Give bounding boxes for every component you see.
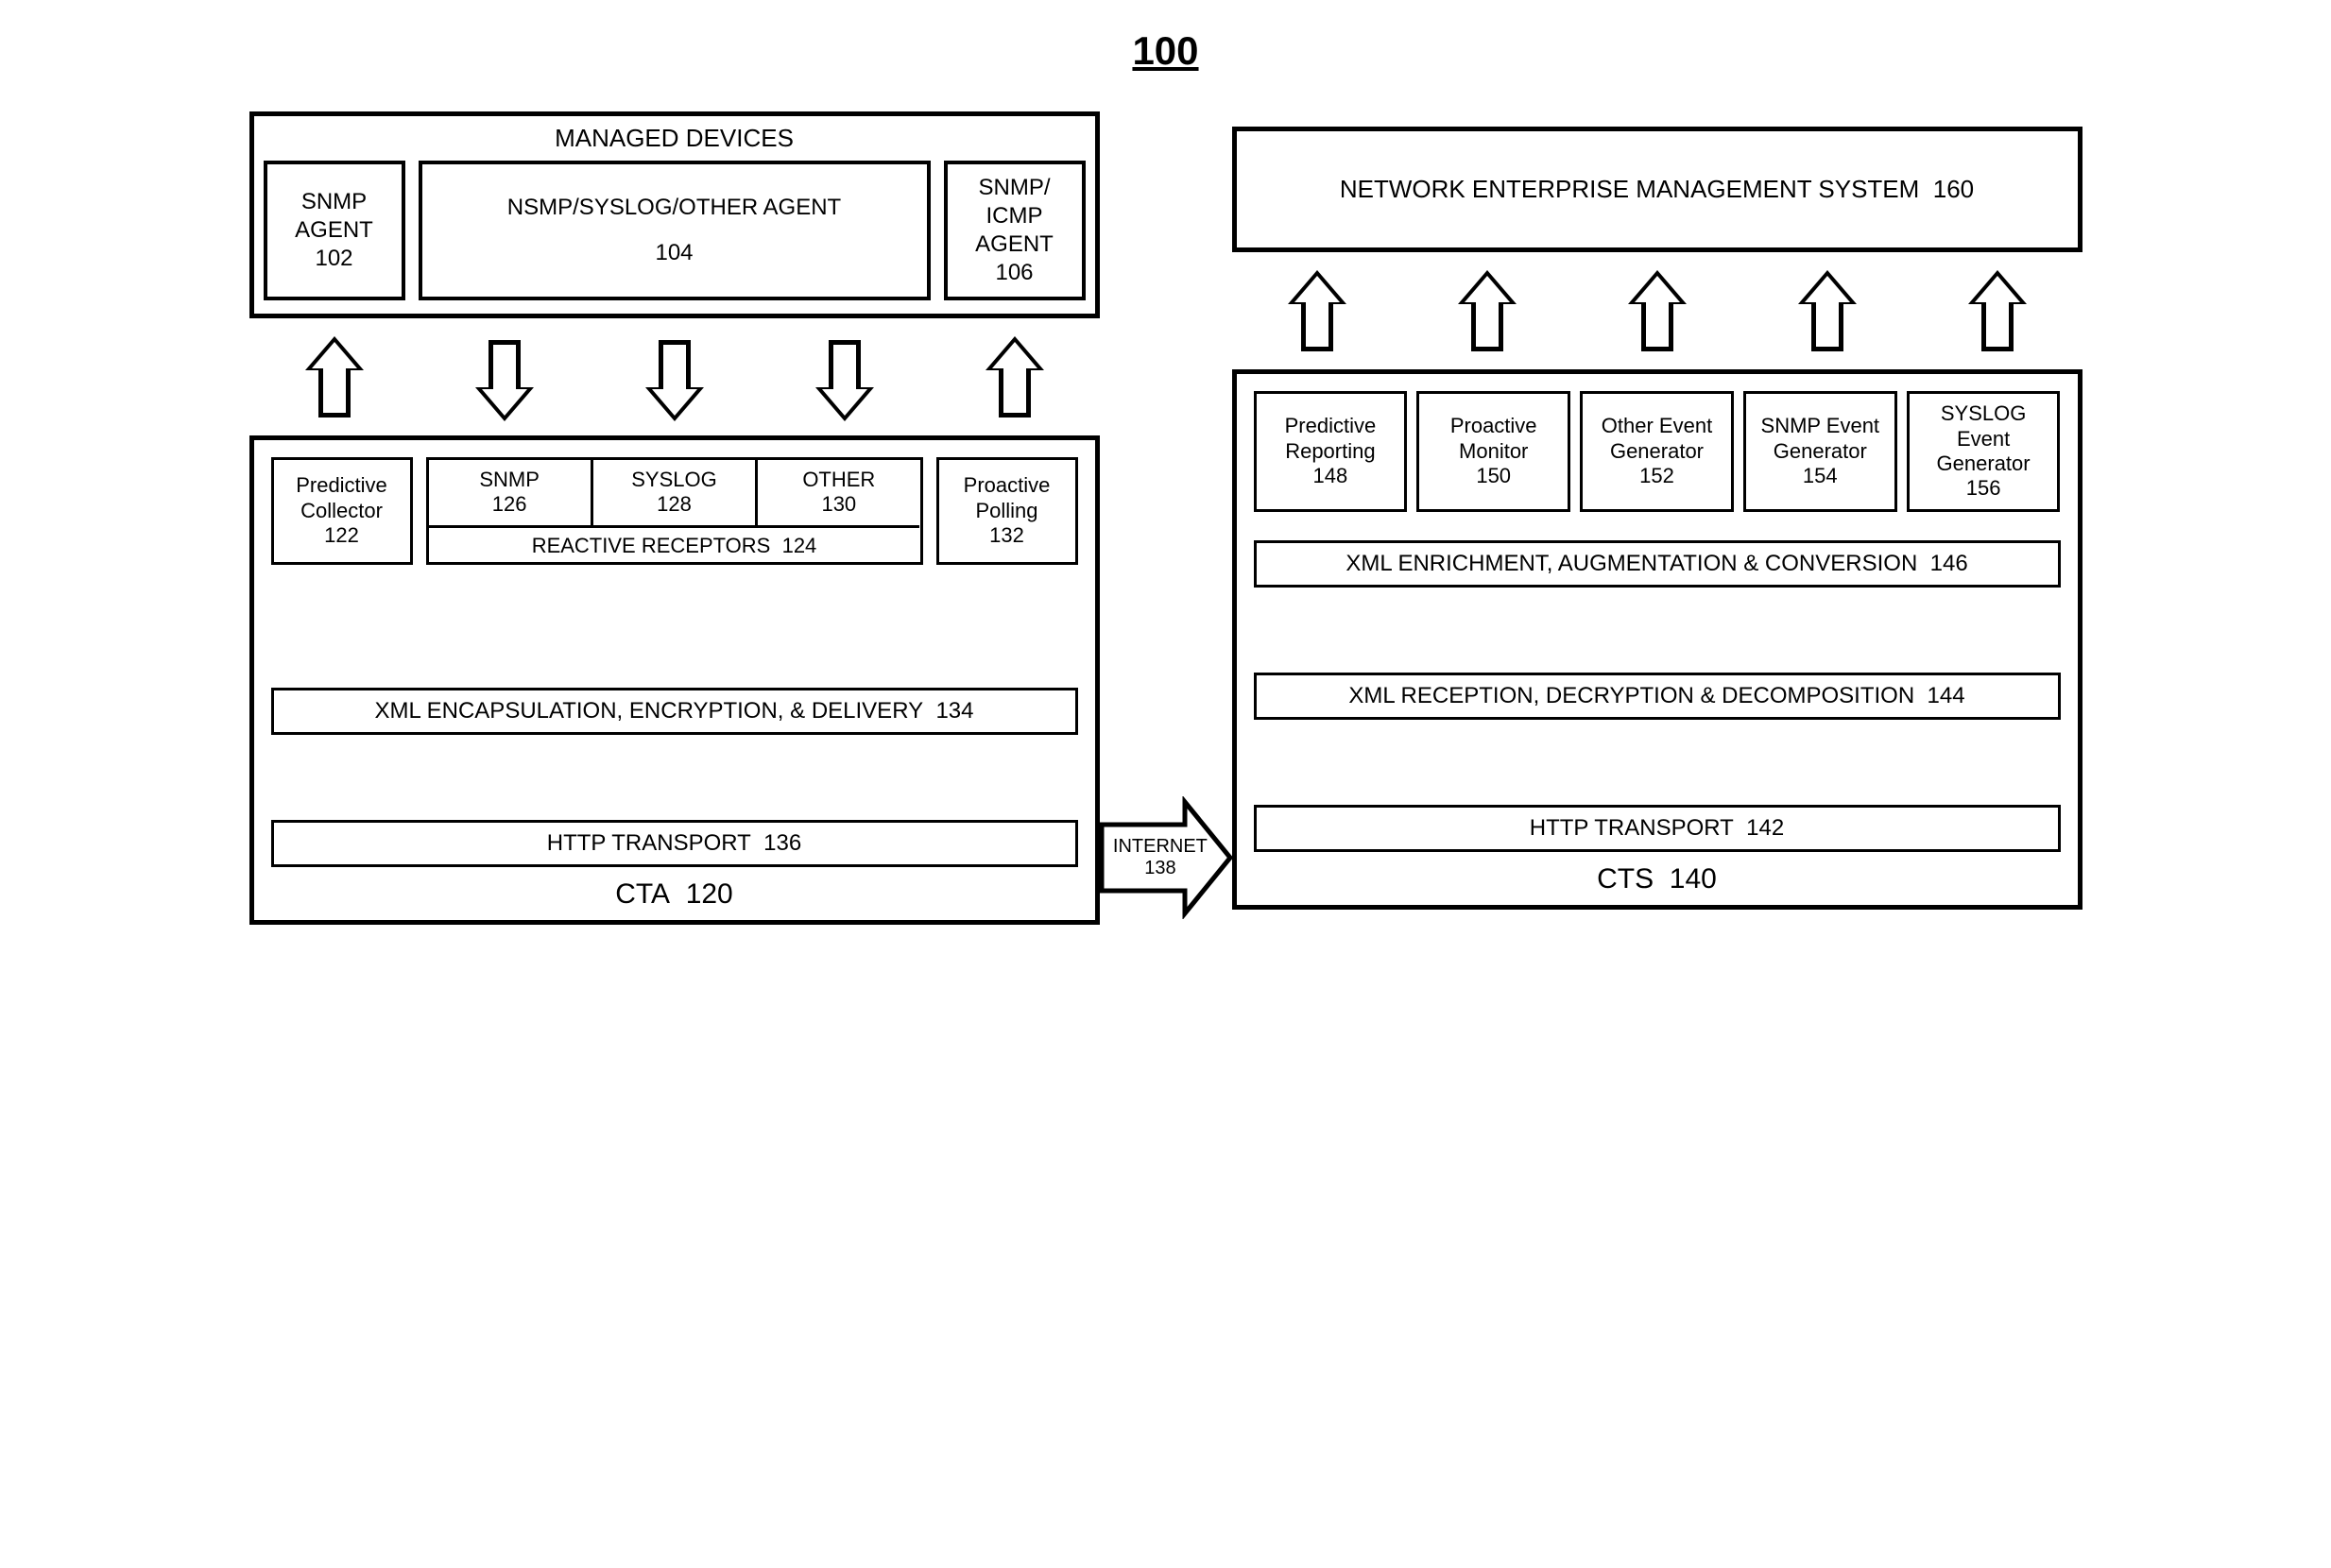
xml-encapsulation-bar: XML ENCAPSULATION, ENCRYPTION, & DELIVER… (271, 688, 1078, 735)
xml-enrichment-ref: 146 (1930, 551, 1968, 576)
snmp-event-generator-label: SNMP Event Generator (1752, 414, 1889, 464)
http-transport-right-bar: HTTP TRANSPORT 142 (1254, 805, 2061, 852)
arrow-up-icon (305, 336, 364, 421)
nsmp-syslog-other-agent-box: NSMP/SYSLOG/OTHER AGENT 104 (419, 161, 931, 300)
system-diagram: MANAGED DEVICES SNMP AGENT 102 NSMP/SYSL… (57, 111, 2274, 925)
arrow-up-icon (1968, 270, 2027, 355)
managed-devices-box: MANAGED DEVICES SNMP AGENT 102 NSMP/SYSL… (249, 111, 1100, 318)
cts-label: CTS 140 (1254, 852, 2061, 895)
http-transport-right-ref: 142 (1746, 815, 1784, 841)
cta-box: Predictive Collector 122 SNMP 126 SYSLOG… (249, 435, 1100, 925)
right-column: NETWORK ENTERPRISE MANAGEMENT SYSTEM 160… (1232, 127, 2082, 910)
middle-column: INTERNET 138 (1100, 116, 1232, 919)
managed-devices-title: MANAGED DEVICES (264, 124, 1086, 153)
reactive-receptors-label: REACTIVE RECEPTORS 124 (429, 528, 920, 562)
predictive-reporting-label: Predictive Reporting (1262, 414, 1399, 464)
nsmp-syslog-other-agent-label: NSMP/SYSLOG/OTHER AGENT (507, 194, 841, 222)
reactive-snmp-label: SNMP (479, 468, 540, 492)
http-transport-left-label: HTTP TRANSPORT (547, 830, 751, 856)
reactive-snmp-box: SNMP 126 (429, 460, 593, 528)
cts-text: CTS (1597, 863, 1654, 895)
cta-text: CTA (615, 878, 670, 910)
other-event-generator-ref: 152 (1639, 464, 1674, 488)
nsmp-syslog-other-agent-ref: 104 (655, 239, 693, 267)
arrow-down-icon (645, 336, 704, 421)
arrow-up-icon (1458, 270, 1517, 355)
internet-ref: 138 (1144, 858, 1175, 878)
cts-box: Predictive Reporting 148 Proactive Monit… (1232, 369, 2082, 910)
snmp-icmp-agent-ref: 106 (995, 259, 1033, 287)
xml-encapsulation-ref: 134 (935, 698, 973, 724)
xml-enrichment-label: XML ENRICHMENT, AUGMENTATION & CONVERSIO… (1345, 551, 1917, 576)
reactive-other-box: OTHER 130 (758, 460, 919, 528)
reactive-other-ref: 130 (821, 492, 856, 517)
http-transport-right-label: HTTP TRANSPORT (1530, 815, 1734, 841)
arrow-up-icon (986, 336, 1044, 421)
snmp-event-generator-ref: 154 (1803, 464, 1838, 488)
internet-arrow: INTERNET 138 (1100, 796, 1232, 919)
predictive-collector-label: Predictive Collector (280, 473, 404, 523)
proactive-polling-ref: 132 (989, 523, 1024, 548)
proactive-monitor-ref: 150 (1476, 464, 1511, 488)
arrow-down-icon (475, 336, 534, 421)
predictive-collector-ref: 122 (324, 523, 359, 548)
proactive-polling-box: Proactive Polling 132 (936, 457, 1078, 565)
snmp-icmp-agent-label: SNMP/ ICMP AGENT (955, 174, 1074, 259)
reactive-syslog-label: SYSLOG (631, 468, 716, 492)
snmp-icmp-agent-box: SNMP/ ICMP AGENT 106 (944, 161, 1086, 300)
nems-box: NETWORK ENTERPRISE MANAGEMENT SYSTEM 160 (1232, 127, 2082, 252)
right-arrow-row (1232, 265, 2082, 360)
predictive-reporting-box: Predictive Reporting 148 (1254, 391, 1408, 512)
reactive-receptors-text: REACTIVE RECEPTORS (532, 534, 771, 557)
reactive-receptors-ref: 124 (782, 534, 817, 557)
xml-encapsulation-label: XML ENCAPSULATION, ENCRYPTION, & DELIVER… (375, 698, 924, 724)
left-arrow-row (249, 332, 1100, 426)
cta-label: CTA 120 (271, 867, 1078, 911)
nems-label: NETWORK ENTERPRISE MANAGEMENT SYSTEM (1340, 175, 1919, 203)
syslog-event-generator-ref: 156 (1966, 476, 2001, 501)
reactive-snmp-ref: 126 (492, 492, 527, 517)
left-column: MANAGED DEVICES SNMP AGENT 102 NSMP/SYSL… (249, 111, 1100, 925)
proactive-monitor-box: Proactive Monitor 150 (1416, 391, 1570, 512)
nems-ref: 160 (1933, 175, 1974, 203)
cta-ref: 120 (686, 878, 733, 910)
proactive-polling-label: Proactive Polling (945, 473, 1070, 523)
reactive-receptors-box: SNMP 126 SYSLOG 128 OTHER 130 R (426, 457, 923, 565)
proactive-monitor-label: Proactive Monitor (1425, 414, 1562, 464)
reactive-other-label: OTHER (802, 468, 875, 492)
predictive-reporting-ref: 148 (1313, 464, 1348, 488)
xml-reception-bar: XML RECEPTION, DECRYPTION & DECOMPOSITIO… (1254, 673, 2061, 720)
xml-reception-ref: 144 (1928, 683, 1965, 708)
arrow-up-icon (1798, 270, 1857, 355)
internet-label: INTERNET (1113, 836, 1208, 857)
http-transport-left-ref: 136 (763, 830, 801, 856)
arrow-up-icon (1628, 270, 1687, 355)
xml-reception-label: XML RECEPTION, DECRYPTION & DECOMPOSITIO… (1348, 683, 1914, 708)
snmp-agent-box: SNMP AGENT 102 (264, 161, 405, 300)
reactive-syslog-ref: 128 (657, 492, 692, 517)
http-transport-left-bar: HTTP TRANSPORT 136 (271, 820, 1078, 867)
arrow-down-icon (815, 336, 874, 421)
xml-enrichment-bar: XML ENRICHMENT, AUGMENTATION & CONVERSIO… (1254, 540, 2061, 588)
snmp-agent-label: SNMP AGENT (275, 188, 394, 245)
syslog-event-generator-box: SYSLOG Event Generator 156 (1907, 391, 2061, 512)
figure-id: 100 (57, 28, 2274, 74)
snmp-event-generator-box: SNMP Event Generator 154 (1743, 391, 1897, 512)
other-event-generator-label: Other Event Generator (1588, 414, 1725, 464)
other-event-generator-box: Other Event Generator 152 (1580, 391, 1734, 512)
reactive-syslog-box: SYSLOG 128 (593, 460, 758, 528)
snmp-agent-ref: 102 (315, 245, 352, 273)
syslog-event-generator-label: SYSLOG Event Generator (1915, 401, 2052, 476)
arrow-up-icon (1288, 270, 1346, 355)
predictive-collector-box: Predictive Collector 122 (271, 457, 413, 565)
cts-ref: 140 (1670, 863, 1717, 895)
